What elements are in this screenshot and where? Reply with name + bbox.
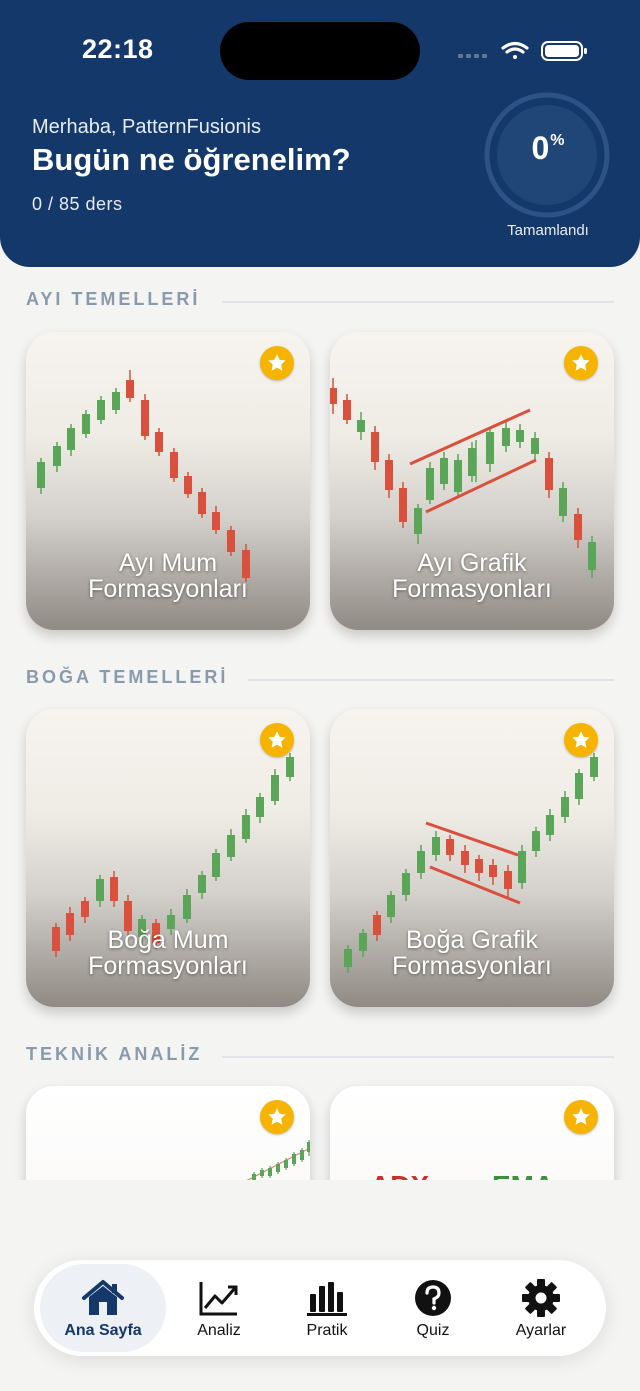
star-badge (564, 1100, 598, 1134)
card-title-line2: Formasyonları (88, 575, 248, 603)
percent-value: 0 (531, 130, 550, 166)
card-bear-chart-patterns[interactable]: Ayı Grafik Formasyonları (330, 332, 614, 630)
home-icon (82, 1280, 124, 1315)
section-title-bull: BOĞA TEMELLERİ (26, 667, 229, 687)
question-icon (415, 1280, 451, 1316)
page-title: Bugün ne öğrenelim? (32, 142, 351, 177)
card-title-line1: Ayı Grafik (417, 549, 527, 577)
status-icons (458, 41, 587, 61)
section-title-technical: TEKNİK ANALİZ (26, 1044, 203, 1064)
battery-icon (541, 41, 587, 61)
lesson-progress: 0 / 85 ders (32, 194, 123, 214)
signal-icon (458, 54, 487, 58)
tab-bar: Ana Sayfa Analiz Pratik Quiz Ayarlar (34, 1260, 606, 1356)
card-bull-candle-patterns[interactable]: Boğa Mum Formasyonları (26, 709, 310, 1007)
tab-quiz[interactable]: Quiz (380, 1264, 486, 1352)
completion-percent: 0% (484, 130, 612, 167)
card-bull-chart-patterns[interactable]: Boğa Grafik Formasyonları (330, 709, 614, 1007)
section-divider (222, 1056, 614, 1058)
card-title: Ayı Grafik Formasyonları (330, 550, 614, 602)
star-badge (564, 723, 598, 757)
card-title-line1: Boğa Grafik (405, 926, 538, 954)
star-icon (572, 731, 590, 748)
tab-analysis[interactable]: Analiz (166, 1264, 272, 1352)
tab-home[interactable]: Ana Sayfa (40, 1264, 166, 1352)
card-title-line1: Boğa Mum (107, 926, 229, 954)
status-time: 22:18 (82, 34, 154, 64)
tab-settings[interactable]: Ayarlar (488, 1264, 594, 1352)
card-title-line1: Ayı Mum (118, 549, 218, 577)
tab-label: Ana Sayfa (64, 1322, 142, 1339)
tab-label: Quiz (416, 1322, 450, 1339)
percent-sign: % (550, 132, 565, 149)
card-bear-candle-patterns[interactable]: Ayı Mum Formasyonları (26, 332, 310, 630)
section-divider (222, 301, 614, 303)
completed-label: Tamamlandı (507, 222, 589, 239)
card-title-line2: Formasyonları (392, 575, 552, 603)
card-title: Boğa Mum Formasyonları (26, 927, 310, 979)
tab-label: Ayarlar (515, 1322, 567, 1339)
card-title: Ayı Mum Formasyonları (26, 550, 310, 602)
tab-label: Analiz (197, 1322, 241, 1339)
tab-practice[interactable]: Pratik (274, 1264, 380, 1352)
star-badge (260, 346, 294, 380)
star-icon (268, 354, 286, 371)
header: 22:18 Merhaba, PatternFusionis Bugün ne … (0, 0, 640, 267)
wifi-icon (501, 41, 529, 59)
star-badge (564, 346, 598, 380)
tab-label: Pratik (306, 1322, 348, 1339)
section-divider (248, 679, 614, 681)
star-icon (572, 354, 590, 371)
card-title-line2: Formasyonları (392, 952, 552, 980)
star-badge (260, 723, 294, 757)
card-title: Boğa Grafik Formasyonları (330, 927, 614, 979)
dynamic-island (220, 22, 420, 80)
section-title-bear: AYI TEMELLERİ (26, 289, 201, 309)
line-chart-icon (199, 1282, 238, 1316)
star-icon (268, 1108, 286, 1125)
star-icon (268, 731, 286, 748)
greeting-text: Merhaba, PatternFusionis (32, 116, 262, 138)
card-title-line2: Formasyonları (88, 952, 248, 980)
star-icon (572, 1108, 590, 1125)
star-badge (260, 1100, 294, 1134)
gear-icon (522, 1279, 560, 1317)
bar-chart-icon (307, 1282, 347, 1316)
